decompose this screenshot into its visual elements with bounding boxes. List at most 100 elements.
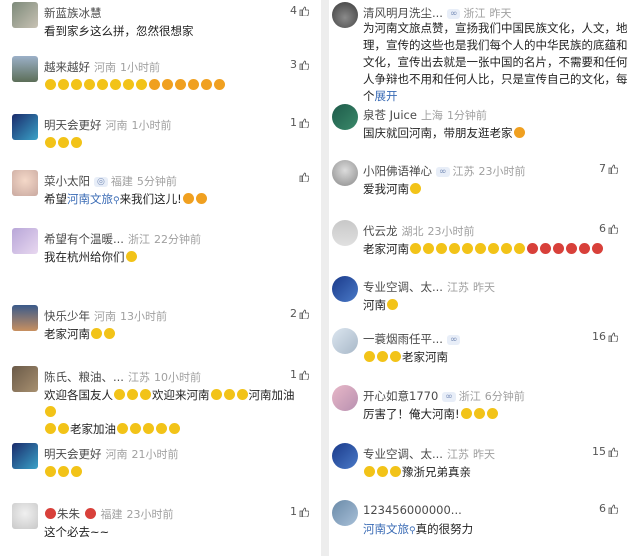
avatar[interactable] <box>12 170 38 196</box>
like-button[interactable]: 1 <box>290 116 309 129</box>
thumbs-emoji-icon <box>462 243 473 254</box>
thumbs-emoji-icon <box>473 408 485 419</box>
rose-emoji-icon <box>553 243 564 254</box>
avatar[interactable] <box>332 328 358 354</box>
thumbs-emoji-icon <box>45 423 56 434</box>
username[interactable]: 朱朱 <box>57 507 80 521</box>
avatar[interactable] <box>332 220 358 246</box>
comment-item[interactable]: 明天会更好 河南 1小时前 1 <box>0 114 321 154</box>
comment-item[interactable]: 小阳佛语禅心 ∞ 江苏 23小时前 7 爱我河南 <box>329 160 640 200</box>
avatar[interactable] <box>332 2 358 28</box>
like-button[interactable]: 16 <box>592 330 618 343</box>
username[interactable]: 越来越好 <box>44 60 90 74</box>
comment-item[interactable]: 陈氏、粮油、... 江苏 10小时前 1 欢迎各国友人 欢迎来河南 河南加油 老家加油 <box>0 366 321 436</box>
like-button[interactable]: 1 <box>290 505 309 518</box>
username[interactable]: 清风明月洗尘... <box>363 6 443 20</box>
avatar[interactable] <box>12 366 38 392</box>
mention-link[interactable]: 河南文旅 <box>363 522 409 536</box>
avatar[interactable] <box>332 104 358 130</box>
text-part: 厉害了！俺大河南! <box>363 407 460 421</box>
username[interactable]: 小阳佛语禅心 <box>363 164 432 178</box>
timestamp: 23小时前 <box>126 508 174 521</box>
avatar[interactable] <box>332 276 358 302</box>
avatar[interactable] <box>332 160 358 186</box>
comment-meta: 新蓝族冰慧 <box>44 5 106 21</box>
text-part: 爱我河南 <box>363 182 409 196</box>
avatar[interactable] <box>12 114 38 140</box>
comment-item[interactable]: 开心如意1770 ∞ 浙江 6分钟前 厉害了！俺大河南! <box>329 385 640 425</box>
comment-text: 国庆就回河南，带朋友逛老家 <box>363 125 628 142</box>
username[interactable]: 新蓝族冰慧 <box>44 6 102 20</box>
thumb-up-icon <box>299 6 309 16</box>
username[interactable]: 陈氏、粮油、... <box>44 370 124 384</box>
clap-emoji-icon <box>201 79 212 90</box>
username[interactable]: 希望有个温暖... <box>44 232 124 246</box>
comment-item[interactable]: 泉苍 Juice 上海 1分钟前 国庆就回河南，带朋友逛老家 <box>329 104 640 144</box>
username[interactable]: 快乐少年 <box>44 309 90 323</box>
location: 河南 <box>105 119 128 132</box>
thumbs-emoji-icon <box>156 423 167 434</box>
comment-item[interactable]: 明天会更好 河南 21小时前 <box>0 443 321 483</box>
username[interactable]: 开心如意1770 <box>363 389 438 403</box>
like-button[interactable]: 4 <box>290 4 309 17</box>
comment-list-right: 清风明月洗尘... ∞ 浙江 昨天 为河南文旅点赞，宣扬我们中国民族文化，人文，地理，… <box>329 0 640 556</box>
location: 浙江 <box>127 233 150 246</box>
like-button[interactable]: 6 <box>599 222 618 235</box>
like-button[interactable]: 1 <box>290 368 309 381</box>
username[interactable]: 泉苍 Juice <box>363 108 417 122</box>
like-button[interactable]: 7 <box>599 162 618 175</box>
thumbs-emoji-icon <box>436 243 447 254</box>
search-icon: ⚲ <box>409 526 416 536</box>
thumbs-emoji-icon <box>514 243 525 254</box>
rose-emoji-icon <box>527 243 538 254</box>
avatar[interactable] <box>12 56 38 82</box>
avatar[interactable] <box>332 443 358 469</box>
comment-meta: 专业空调、太... 江苏 昨天 <box>363 446 495 462</box>
expand-link[interactable]: 展开 <box>375 89 398 103</box>
avatar[interactable] <box>12 2 38 28</box>
badge-icon: ∞ <box>442 392 456 402</box>
like-button[interactable]: 2 <box>290 307 309 320</box>
timestamp: 23小时前 <box>478 165 526 178</box>
comment-item[interactable]: 菜小太阳 ◎ 福建 5分钟前 希望河南文旅⚲来我们这儿! <box>0 170 321 210</box>
avatar[interactable] <box>12 503 38 529</box>
text-part: 我在杭州给你们 <box>44 250 125 264</box>
mention-link[interactable]: 河南文旅 <box>67 192 113 206</box>
avatar[interactable] <box>12 228 38 254</box>
avatar[interactable] <box>12 305 38 331</box>
username[interactable]: 明天会更好 <box>44 118 102 132</box>
timestamp: 1小时前 <box>120 61 160 74</box>
thumbs-emoji-icon <box>84 79 95 90</box>
like-button[interactable]: 15 <box>592 445 618 458</box>
comment-item[interactable]: 新蓝族冰慧 4 看到家乡这么拼，忽然很想家 <box>0 2 321 42</box>
like-button[interactable] <box>299 172 309 182</box>
thumbs-emoji-icon <box>91 328 102 339</box>
username[interactable]: 菜小太阳 <box>44 174 90 188</box>
thumb-up-icon <box>608 164 618 174</box>
comment-item[interactable]: 123456000000... 6 河南文旅⚲真的很努力 <box>329 500 640 540</box>
avatar[interactable] <box>332 385 358 411</box>
username[interactable]: 专业空调、太... <box>363 447 443 461</box>
comment-item[interactable]: 越来越好 河南 1小时前 3 <box>0 56 321 96</box>
comment-item[interactable]: 清风明月洗尘... ∞ 浙江 昨天 为河南文旅点赞，宣扬我们中国民族文化，人文，地理，… <box>329 2 640 103</box>
comment-item[interactable]: 专业空调、太... 江苏 昨天 15 豫浙兄弟真亲 <box>329 443 640 483</box>
username[interactable]: 明天会更好 <box>44 447 102 461</box>
username[interactable]: 专业空调、太... <box>363 280 443 294</box>
comment-item[interactable]: 快乐少年 河南 13小时前 2 老家河南 <box>0 305 321 345</box>
thumb-up-icon <box>299 370 309 380</box>
search-icon: ⚲ <box>113 196 120 206</box>
like-button[interactable]: 6 <box>599 502 618 515</box>
username[interactable]: 一蓑烟雨任平... <box>363 332 443 346</box>
comment-item[interactable]: 代云龙 湖北 23小时前 6 老家河南 <box>329 220 640 260</box>
comment-item[interactable]: 朱朱 福建 23小时前 1 这个必去~~ <box>0 503 321 543</box>
avatar[interactable] <box>332 500 358 526</box>
like-button[interactable]: 3 <box>290 58 309 71</box>
comment-text: 看到家乡这么拼，忽然很想家 <box>44 24 194 38</box>
avatar[interactable] <box>12 443 38 469</box>
username[interactable]: 代云龙 <box>363 224 398 238</box>
comment-item[interactable]: 一蓑烟雨任平... ∞ 16 老家河南 <box>329 328 640 368</box>
comment-item[interactable]: 希望有个温暖... 浙江 22分钟前 我在杭州给你们 <box>0 228 321 268</box>
text-part: 老家河南 <box>363 242 409 256</box>
username[interactable]: 123456000000... <box>363 503 462 517</box>
comment-item[interactable]: 专业空调、太... 江苏 昨天 河南 <box>329 276 640 316</box>
